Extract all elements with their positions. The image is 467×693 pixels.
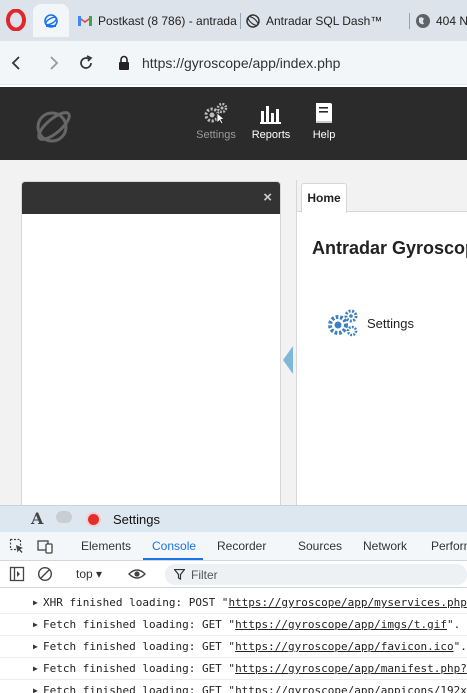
left-panel: × [21, 181, 281, 511]
devtools-tab-recorder[interactable]: Recorder [217, 539, 266, 553]
main-panel: Home Antradar Gyroscop Settings [296, 180, 467, 510]
browser-tab-strip: Postkast (8 786) - antradar Antradar SQL… [0, 0, 467, 41]
nav-settings[interactable]: Settings [188, 101, 244, 141]
nav-label: Settings [196, 129, 236, 141]
close-icon[interactable]: × [263, 189, 272, 206]
nav-reports[interactable]: Reports [243, 101, 299, 141]
active-tab-indicator [143, 558, 203, 560]
devtools-tab-performance[interactable]: Perform [431, 539, 467, 553]
app-content: × Home Antradar Gyroscop Settings [0, 160, 467, 511]
nav-label: Help [312, 129, 336, 141]
console-toolbar: top ▾ Filter [0, 561, 467, 588]
tab-separator [409, 13, 410, 29]
browser-tab-404[interactable]: 404 N [415, 4, 467, 37]
tab-title: Antradar SQL Dash™ [266, 13, 383, 28]
gears-icon [204, 102, 228, 125]
console-row-link[interactable]: https://gyroscope/app/imgs/t.gif [235, 618, 447, 631]
console-row[interactable]: ▶ XHR finished loading: POST "https://gy… [0, 592, 467, 614]
console-row[interactable]: ▶ Fetch finished loading: GET "https://g… [0, 658, 467, 680]
devtools-drawer-bar: A Settings [0, 505, 467, 532]
console-row[interactable]: ▶ Fetch finished loading: GET "https://g… [0, 614, 467, 636]
lock-icon [119, 55, 129, 70]
filter-placeholder: Filter [191, 568, 218, 582]
drawer-title: Settings [113, 512, 160, 527]
record-icon[interactable] [86, 512, 101, 527]
expand-triangle-icon[interactable]: ▶ [33, 664, 38, 673]
globe-icon [416, 13, 430, 28]
console-row-suffix: ". [446, 618, 461, 631]
url-text: https://gyroscope/app/index.php [142, 55, 341, 71]
panel-toggle-arrow-icon[interactable] [283, 346, 293, 374]
book-icon [316, 103, 332, 123]
tab-title: Postkast (8 786) - antradar [98, 13, 237, 28]
reload-icon [80, 55, 93, 69]
browser-tab-postkast[interactable]: Postkast (8 786) - antradar [77, 4, 237, 37]
gears-icon [328, 309, 358, 337]
browser-tab-sqldash[interactable]: Antradar SQL Dash™ [245, 4, 407, 37]
url-field[interactable]: https://gyroscope/app/index.php [108, 47, 467, 79]
gmail-icon [78, 15, 92, 26]
address-bar: https://gyroscope/app/index.php [0, 41, 467, 85]
gyroscope-icon [44, 13, 58, 28]
page-title: Antradar Gyroscop [312, 238, 467, 258]
browser-tab-active[interactable] [33, 4, 69, 37]
device-toolbar-icon[interactable] [37, 538, 53, 554]
forward-button[interactable] [43, 53, 63, 73]
cursor-hand-icon [216, 112, 225, 125]
chat-bubble-icon[interactable] [56, 511, 72, 523]
console-row-text: XHR finished loading: POST " [43, 596, 229, 609]
expand-triangle-icon[interactable]: ▶ [33, 642, 38, 651]
tab-separator [240, 13, 241, 29]
console-row-text: Fetch finished loading: GET " [43, 618, 236, 631]
console-row[interactable]: ▶ Fetch finished loading: GET "https://g… [0, 680, 467, 693]
font-icon[interactable]: A [31, 509, 43, 528]
tab-bar: Home [297, 180, 467, 213]
context-selector[interactable]: top ▾ [76, 567, 102, 581]
expand-triangle-icon[interactable]: ▶ [33, 686, 38, 693]
sidebar-toggle-icon[interactable] [9, 566, 25, 582]
console-row[interactable]: ▶ Fetch finished loading: GET "https://g… [0, 636, 467, 658]
inspect-element-icon[interactable] [9, 538, 25, 554]
devtools-tab-network[interactable]: Network [363, 539, 407, 553]
console-row-link[interactable]: https://gyroscope/app/myservices.php [228, 596, 466, 609]
devtools-tab-console[interactable]: Console [152, 539, 196, 553]
console-row-link[interactable]: https://gyroscope/app/favicon.ico [235, 640, 454, 653]
sqldash-icon [246, 13, 260, 28]
tab-home[interactable]: Home [301, 183, 347, 213]
back-button[interactable] [7, 53, 27, 73]
tab-title: 404 N [436, 13, 467, 28]
filter-icon [174, 569, 185, 580]
bar-chart-icon [260, 106, 281, 124]
expand-triangle-icon[interactable]: ▶ [33, 620, 38, 629]
gyroscope-logo-icon[interactable] [30, 104, 78, 148]
devtools-tab-sources[interactable]: Sources [298, 539, 342, 553]
settings-shortcut[interactable]: Settings [327, 308, 414, 338]
eye-icon[interactable] [128, 566, 146, 582]
arrow-right-icon [50, 56, 59, 70]
expand-triangle-icon[interactable]: ▶ [33, 598, 38, 607]
filter-input[interactable]: Filter [165, 564, 467, 585]
opera-icon[interactable] [6, 9, 26, 31]
arrow-left-icon [11, 56, 20, 70]
console-log: ▶ XHR finished loading: POST "https://gy… [0, 588, 467, 693]
reload-button[interactable] [76, 53, 96, 73]
nav-help[interactable]: Help [296, 101, 352, 141]
console-row-link[interactable]: https://gyroscope/app/manifest.php? [235, 662, 467, 675]
nav-label: Reports [251, 129, 291, 141]
devtools-tabbar: Elements Console Recorder Sources Networ… [0, 532, 467, 561]
devtools-tab-elements[interactable]: Elements [81, 539, 131, 553]
left-panel-header: × [22, 182, 280, 214]
console-row-text: Fetch finished loading: GET " [43, 684, 236, 693]
console-row-suffix: ". [453, 640, 467, 653]
settings-shortcut-label: Settings [367, 315, 414, 331]
app-header: Settings Reports Help [0, 87, 467, 160]
console-row-link[interactable]: https://gyroscope/app/appicons/192x [235, 684, 467, 693]
console-row-text: Fetch finished loading: GET " [43, 640, 236, 653]
clear-console-icon[interactable] [37, 566, 53, 582]
console-row-text: Fetch finished loading: GET " [43, 662, 236, 675]
